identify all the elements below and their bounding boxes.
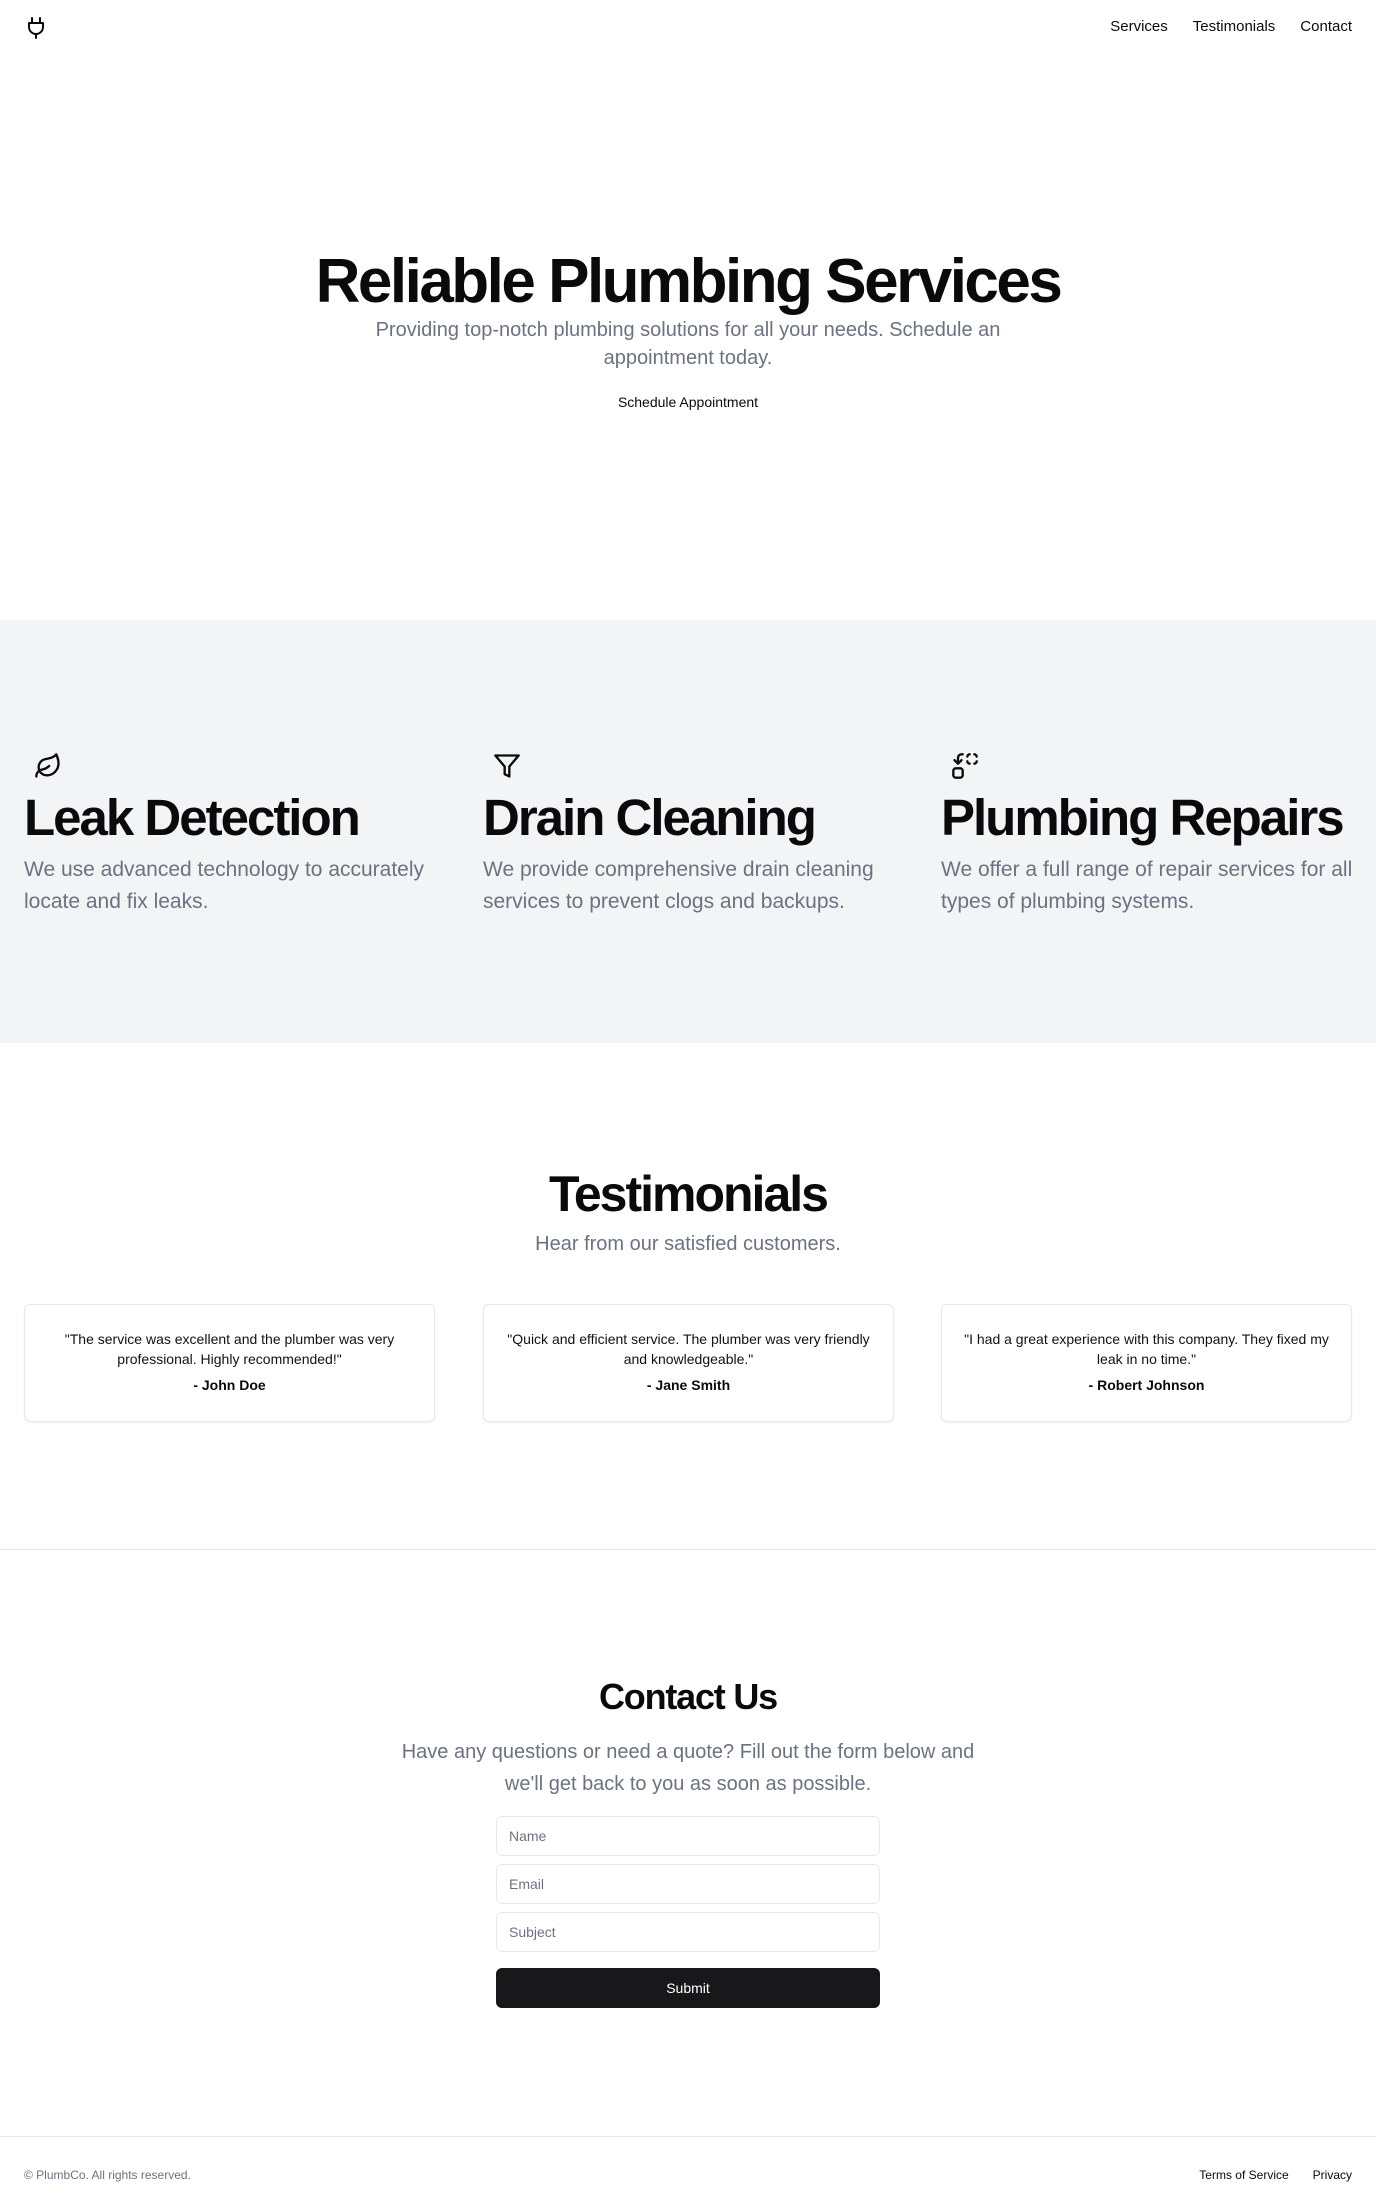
nav-link-testimonials[interactable]: Testimonials — [1193, 18, 1276, 35]
site-header: Services Testimonials Contact — [0, 0, 1376, 56]
testimonials-subtitle: Hear from our satisfied customers. — [535, 1233, 841, 1255]
plug-icon[interactable] — [26, 16, 46, 40]
services-section: Leak Detection We use advanced technolog… — [0, 620, 1376, 1043]
service-description: We provide comprehensive drain cleaning … — [483, 858, 874, 914]
name-input[interactable] — [496, 1816, 880, 1856]
hero-subtitle: Providing top-notch plumbing solutions f… — [375, 319, 1001, 369]
service-description: We offer a full range of repair services… — [941, 858, 1353, 914]
service-card-plumbing-repairs: Plumbing Repairs We offer a full range o… — [941, 752, 1361, 918]
testimonial-quote: "Quick and efficient service. The plumbe… — [507, 1331, 870, 1367]
contact-title: Contact Us — [598, 1676, 778, 1717]
testimonial-author: - John Doe — [193, 1377, 266, 1393]
testimonial-quote: "I had a great experience with this comp… — [964, 1331, 1329, 1367]
testimonial-card: "I had a great experience with this comp… — [941, 1304, 1352, 1422]
email-input[interactable] — [496, 1864, 880, 1904]
testimonials-section: Testimonials Hear from our satisfied cus… — [0, 1043, 1376, 1550]
testimonial-quote: "The service was excellent and the plumb… — [64, 1331, 395, 1367]
main-nav: Services Testimonials Contact — [1110, 18, 1352, 35]
footer-links: Terms of Service Privacy — [1199, 2168, 1352, 2182]
service-title: Plumbing Repairs — [941, 789, 1345, 846]
service-title: Drain Cleaning — [483, 789, 817, 846]
testimonial-author: - Robert Johnson — [1088, 1377, 1205, 1393]
testimonial-card: "The service was excellent and the plumb… — [24, 1304, 435, 1422]
filter-icon — [493, 752, 521, 780]
site-footer: © PlumbCo. All rights reserved. Terms of… — [0, 2136, 1376, 2202]
footer-link-terms[interactable]: Terms of Service — [1199, 2168, 1288, 2182]
service-card-leak-detection: Leak Detection We use advanced technolog… — [24, 752, 444, 918]
testimonials-title: Testimonials — [549, 1166, 829, 1222]
copyright-text: © PlumbCo. All rights reserved. — [24, 2168, 191, 2182]
service-card-drain-cleaning: Drain Cleaning We provide comprehensive … — [483, 752, 903, 918]
hero-section: Reliable Plumbing Services Providing top… — [0, 56, 1376, 620]
schedule-appointment-button[interactable]: Schedule Appointment — [588, 394, 788, 410]
service-description: We use advanced technology to accurately… — [24, 858, 425, 914]
replace-icon — [951, 752, 979, 780]
contact-subtitle: Have any questions or need a quote? Fill… — [401, 1741, 975, 1795]
footer-link-privacy[interactable]: Privacy — [1313, 2168, 1352, 2182]
leaf-icon — [34, 752, 62, 780]
contact-section: Contact Us Have any questions or need a … — [0, 1550, 1376, 2136]
testimonial-card: "Quick and efficient service. The plumbe… — [483, 1304, 894, 1422]
nav-link-contact[interactable]: Contact — [1300, 18, 1352, 35]
submit-button[interactable]: Submit — [496, 1968, 880, 2008]
testimonial-author: - Jane Smith — [646, 1377, 731, 1393]
hero-title: Reliable Plumbing Services — [315, 247, 1063, 316]
subject-input[interactable] — [496, 1912, 880, 1952]
service-title: Leak Detection — [24, 789, 361, 846]
nav-link-services[interactable]: Services — [1110, 18, 1168, 35]
